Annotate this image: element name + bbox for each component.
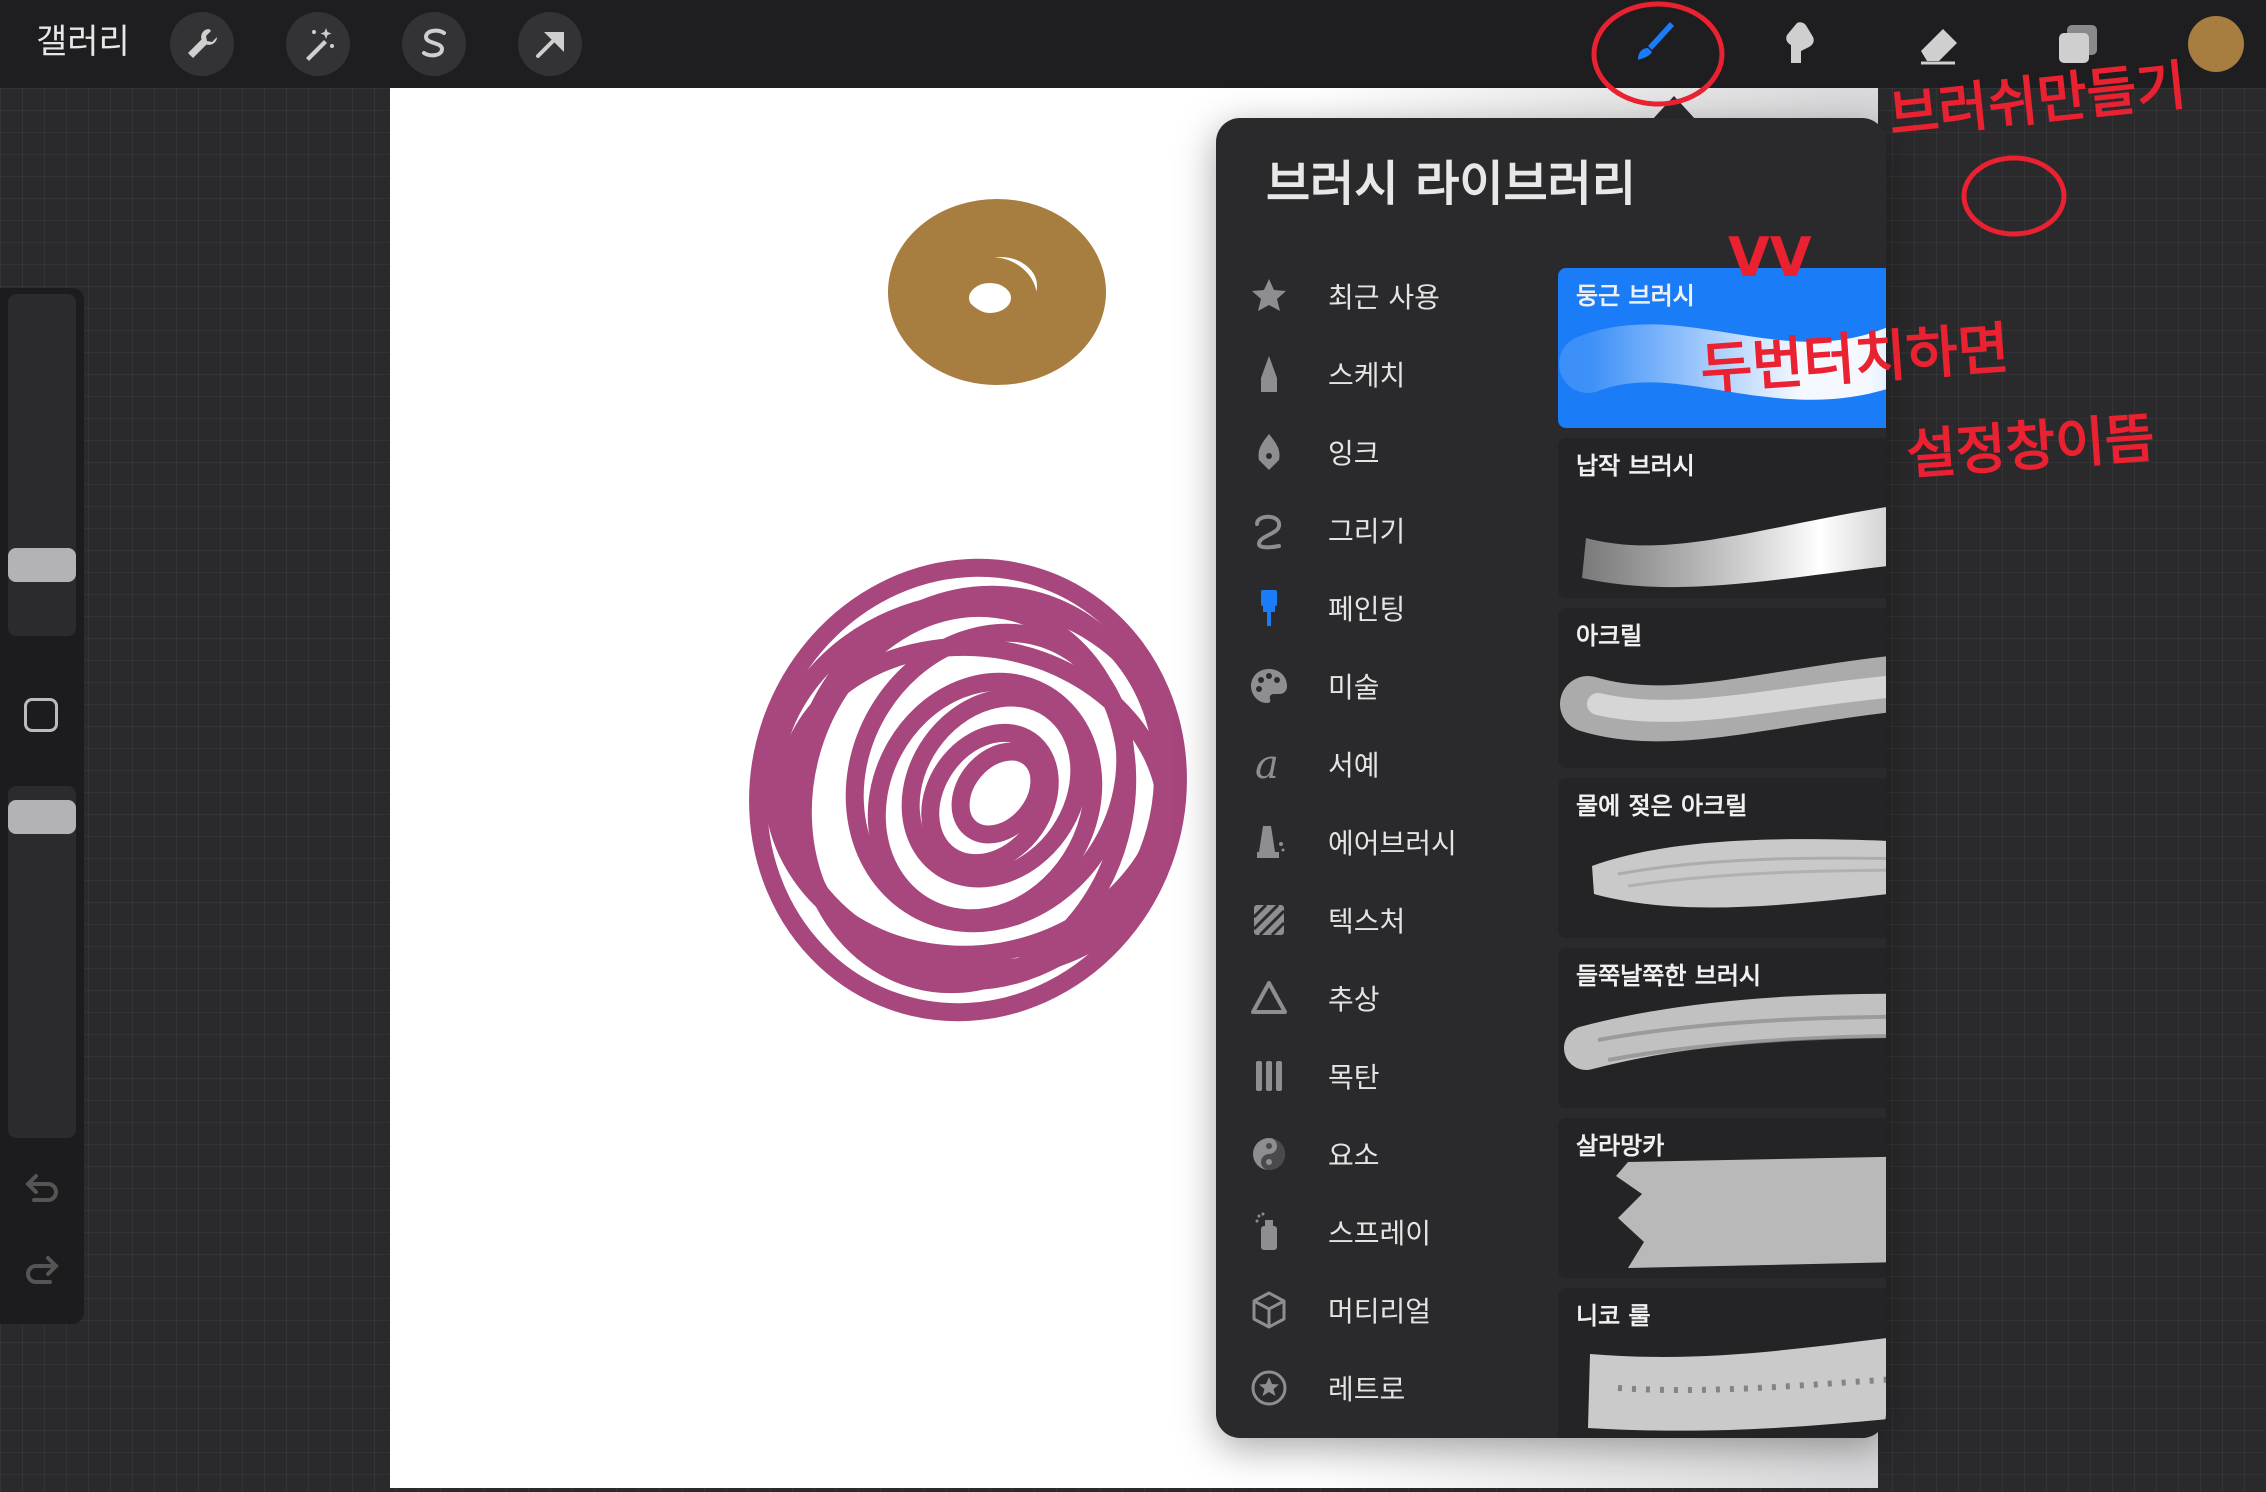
cube-icon xyxy=(1244,1285,1294,1335)
category-abstract[interactable]: 추상 xyxy=(1244,968,1584,1028)
annotation-settings-appear: 설정창이뜸 xyxy=(1904,406,2157,487)
brush-card-jagged[interactable]: 들쭉날쭉한 브러시 xyxy=(1558,948,1886,1108)
category-label: 목탄 xyxy=(1328,1061,1380,1094)
category-calligraphy[interactable]: a 서예 xyxy=(1244,734,1584,794)
layers-icon[interactable] xyxy=(2046,12,2110,76)
texture-icon xyxy=(1244,895,1294,945)
brush-size-handle[interactable] xyxy=(8,548,76,582)
transform-arrow-icon[interactable] xyxy=(518,12,582,76)
brush-card-acrylic[interactable]: 아크릴 xyxy=(1558,608,1886,768)
brush-name: 니코 룰 xyxy=(1576,1302,1651,1330)
wrench-icon[interactable] xyxy=(170,12,234,76)
panel-title: 브러시 라이브러리 xyxy=(1266,156,1636,212)
airbrush-icon xyxy=(1244,817,1294,867)
category-label: 페인팅 xyxy=(1328,593,1406,626)
category-label: 그리기 xyxy=(1328,515,1406,548)
brush-library-panel: 브러시 라이브러리 최근 사용 스케치 잉크 그리기 페인팅 미술 a 서예 에… xyxy=(1216,118,1886,1438)
magenta-scribble xyxy=(749,558,1187,1022)
category-label: 머티리얼 xyxy=(1328,1295,1432,1328)
category-spray[interactable]: 스프레이 xyxy=(1244,1202,1584,1262)
category-drawing[interactable]: 그리기 xyxy=(1244,500,1584,560)
brush-name: 살라망카 xyxy=(1576,1132,1665,1160)
calligraphy-a-icon: a xyxy=(1244,739,1294,789)
brush-card-flat[interactable]: 납작 브러시 xyxy=(1558,438,1886,598)
square-icon[interactable] xyxy=(24,698,58,732)
brush-name: 납작 브러시 xyxy=(1576,452,1695,480)
category-label: 텍스처 xyxy=(1328,905,1406,938)
brush-card-wet-acrylic[interactable]: 물에 젖은 아크릴 xyxy=(1558,778,1886,938)
category-label: 추상 xyxy=(1328,983,1380,1016)
retro-star-icon xyxy=(1244,1363,1294,1413)
selection-s-icon[interactable] xyxy=(402,12,466,76)
category-airbrush[interactable]: 에어브러시 xyxy=(1244,812,1584,872)
eraser-icon[interactable] xyxy=(1906,12,1970,76)
category-materials[interactable]: 머티리얼 xyxy=(1244,1280,1584,1340)
category-charcoal[interactable]: 목탄 xyxy=(1244,1046,1584,1106)
magic-wand-icon[interactable] xyxy=(286,12,350,76)
pen-nib-icon xyxy=(1244,427,1294,477)
brush-size-slider[interactable] xyxy=(8,294,76,636)
category-label: 잉크 xyxy=(1328,437,1380,470)
star-icon xyxy=(1244,271,1294,321)
category-sketch[interactable]: 스케치 xyxy=(1244,344,1584,404)
gold-scribble xyxy=(888,199,1106,385)
opacity-slider[interactable] xyxy=(8,786,76,1138)
category-label: 레트로 xyxy=(1328,1373,1406,1406)
brush-name: 물에 젖은 아크릴 xyxy=(1576,792,1748,820)
category-label: 요소 xyxy=(1328,1139,1380,1172)
brush-name: 들쭉날쭉한 브러시 xyxy=(1576,962,1761,990)
gallery-button[interactable]: 갤러리 xyxy=(36,20,130,64)
brush-icon[interactable] xyxy=(1624,12,1688,76)
brush-card-round[interactable]: 둥근 브러시 xyxy=(1558,268,1886,428)
category-label: 에어브러시 xyxy=(1328,827,1457,860)
triangle-icon xyxy=(1244,973,1294,1023)
category-elements[interactable]: 요소 xyxy=(1244,1124,1584,1184)
category-painting[interactable]: 페인팅 xyxy=(1244,578,1584,638)
top-toolbar: 갤러리 xyxy=(0,0,2266,88)
svg-text:a: a xyxy=(1255,744,1279,784)
yin-yang-icon xyxy=(1244,1129,1294,1179)
palette-icon xyxy=(1244,661,1294,711)
pencil-tip-icon xyxy=(1244,349,1294,399)
category-label: 서예 xyxy=(1328,749,1380,782)
category-label: 최근 사용 xyxy=(1328,281,1440,314)
color-swatch[interactable] xyxy=(2188,16,2244,72)
brush-name: 아크릴 xyxy=(1576,622,1643,650)
redo-icon[interactable] xyxy=(20,1250,64,1294)
paintbrush-icon xyxy=(1244,583,1294,633)
category-label: 스케치 xyxy=(1328,359,1406,392)
opacity-handle[interactable] xyxy=(8,800,76,834)
category-retro[interactable]: 레트로 xyxy=(1244,1358,1584,1418)
brush-name: 둥근 브러시 xyxy=(1576,282,1695,310)
undo-icon[interactable] xyxy=(20,1168,64,1212)
panel-caret xyxy=(1652,96,1696,120)
category-recent[interactable]: 최근 사용 xyxy=(1244,266,1584,326)
category-label: 스프레이 xyxy=(1328,1217,1432,1250)
smudge-icon[interactable] xyxy=(1766,12,1830,76)
brush-card-salamanca[interactable]: 살라망카 xyxy=(1558,1118,1886,1278)
category-artistic[interactable]: 미술 xyxy=(1244,656,1584,716)
squiggle-icon xyxy=(1244,505,1294,555)
category-texture[interactable]: 텍스처 xyxy=(1244,890,1584,950)
charcoal-icon xyxy=(1244,1051,1294,1101)
spray-can-icon xyxy=(1244,1207,1294,1257)
category-label: 미술 xyxy=(1328,671,1380,704)
brush-card-nikko-rull[interactable]: 니코 룰 xyxy=(1558,1288,1886,1438)
category-ink[interactable]: 잉크 xyxy=(1244,422,1584,482)
